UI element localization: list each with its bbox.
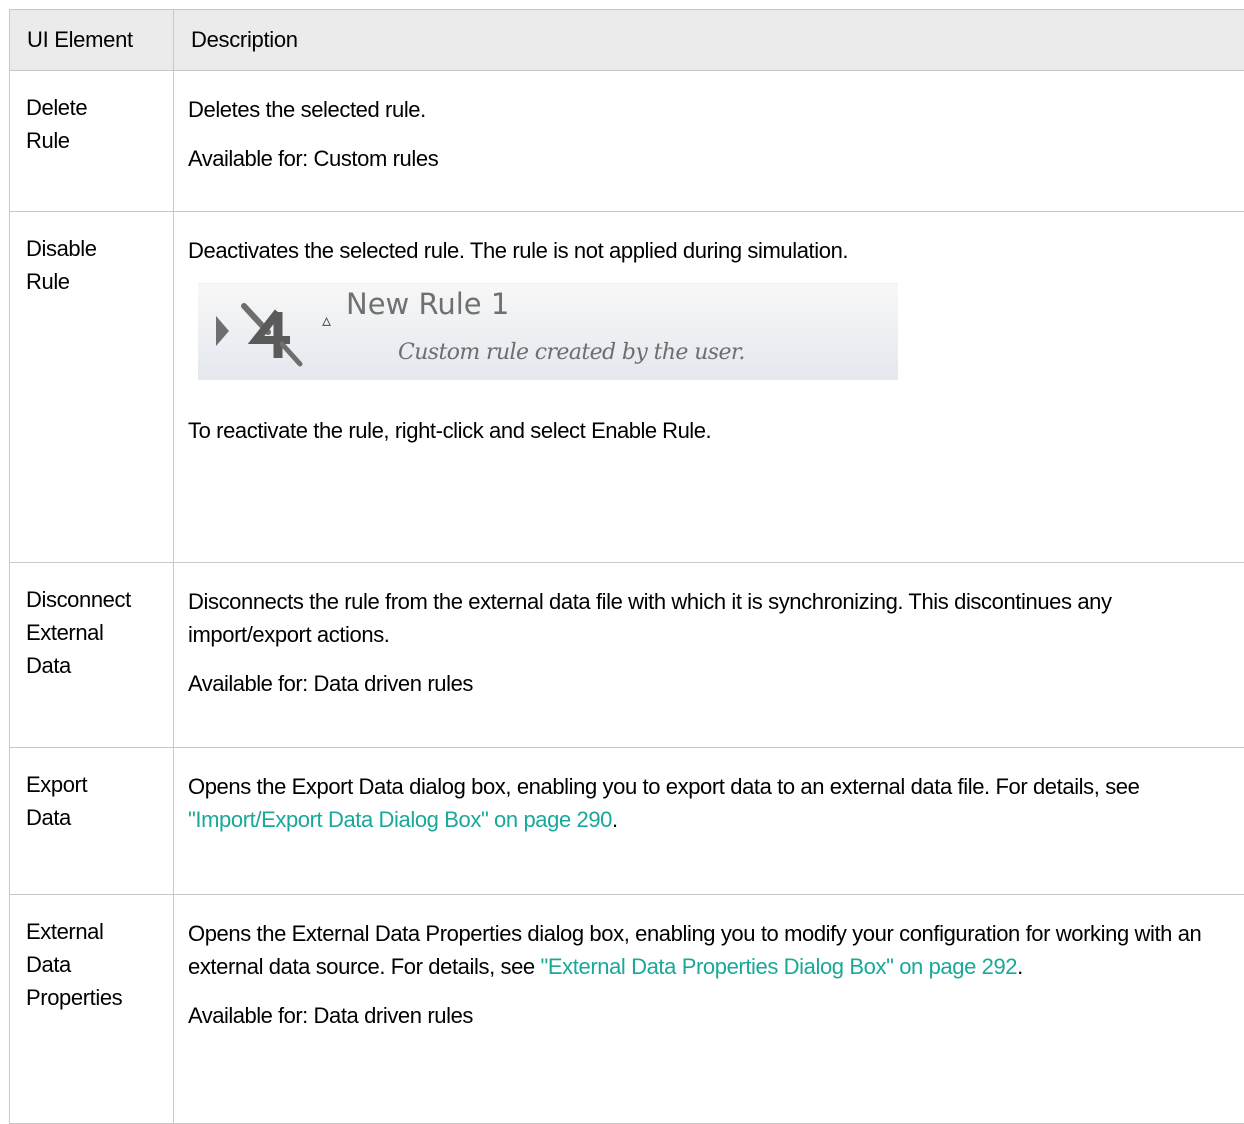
play-icon xyxy=(216,316,229,346)
import-export-dialog-link[interactable]: "Import/Export Data Dialog Box" on page … xyxy=(188,807,612,832)
description-cell: Deletes the selected rule. Available for… xyxy=(174,71,1244,212)
ui-elements-table: UI Element Description Delete Rule Delet… xyxy=(9,9,1244,1124)
element-name-line: External xyxy=(26,616,165,649)
element-name-line: Disconnect xyxy=(26,583,165,616)
availability-note: Available for: Data driven rules xyxy=(188,667,1239,700)
header-description: Description xyxy=(174,10,1244,71)
description-cell: Disconnects the rule from the external d… xyxy=(174,563,1244,748)
element-name-cell: External Data Properties xyxy=(10,895,174,1124)
element-name-line: Export xyxy=(26,768,165,801)
element-name-line: Disable xyxy=(26,232,165,265)
element-name-cell: Delete Rule xyxy=(10,71,174,212)
table-row: Disable Rule Deactivates the selected ru… xyxy=(10,212,1244,563)
rule-name: New Rule 1 xyxy=(346,288,509,321)
element-name-cell: Disable Rule xyxy=(10,212,174,563)
table-row: External Data Properties Opens the Exter… xyxy=(10,895,1244,1124)
reactivate-text: To reactivate the rule, right-click and … xyxy=(188,418,591,443)
availability-label: Available for: xyxy=(188,1003,308,1028)
availability-value: Custom rules xyxy=(314,146,439,171)
element-name-line: Properties xyxy=(26,981,165,1014)
description-cell: Opens the External Data Properties dialo… xyxy=(174,895,1244,1124)
description-cell: Opens the Export Data dialog box, enabli… xyxy=(174,748,1244,895)
element-name-line: Delete xyxy=(26,91,165,124)
reactivate-end: . xyxy=(705,418,711,443)
description-text: Opens the External Data Properties dialo… xyxy=(188,917,1239,983)
description-end: . xyxy=(612,807,618,832)
table-row: Delete Rule Deletes the selected rule. A… xyxy=(10,71,1244,212)
element-name-line: Rule xyxy=(26,124,165,157)
table-row: Disconnect External Data Disconnects the… xyxy=(10,563,1244,748)
warning-icon: ▵ xyxy=(322,304,331,337)
description-text: Deactivates the selected rule. The rule … xyxy=(188,234,1239,267)
element-name-line: Data xyxy=(26,801,165,834)
element-name-cell: Disconnect External Data xyxy=(10,563,174,748)
availability-note: Available for: Data driven rules xyxy=(188,999,1239,1032)
availability-value: Data driven rules xyxy=(314,1003,474,1028)
availability-label: Available for: xyxy=(188,671,308,696)
enable-rule-term: Enable Rule xyxy=(591,418,705,443)
table-header-row: UI Element Description xyxy=(10,10,1244,71)
description-text: Deletes the selected rule. xyxy=(188,93,1239,126)
header-ui-element: UI Element xyxy=(10,10,174,71)
description-cell: Deactivates the selected rule. The rule … xyxy=(174,212,1244,563)
availability-label: Available for: xyxy=(188,146,308,171)
description-text: Opens the Export Data dialog box, enabli… xyxy=(188,770,1239,836)
description-text: Disconnects the rule from the external d… xyxy=(188,585,1239,651)
element-name-line: Data xyxy=(26,649,165,682)
reactivate-instruction: To reactivate the rule, right-click and … xyxy=(188,414,1239,447)
description-body: Opens the Export Data dialog box, enabli… xyxy=(188,774,1139,799)
element-name-cell: Export Data xyxy=(10,748,174,895)
element-name-line: Rule xyxy=(26,265,165,298)
element-name-line: Data xyxy=(26,948,165,981)
availability-value: Data driven rules xyxy=(314,671,474,696)
availability-note: Available for: Custom rules xyxy=(188,142,1239,175)
element-name-line: External xyxy=(26,915,165,948)
disabled-rule-icon xyxy=(238,298,308,368)
disabled-rule-screenshot: ▵ New Rule 1 Custom rule created by the … xyxy=(198,283,898,380)
table-row: Export Data Opens the Export Data dialog… xyxy=(10,748,1244,895)
rule-description: Custom rule created by the user. xyxy=(398,336,745,369)
